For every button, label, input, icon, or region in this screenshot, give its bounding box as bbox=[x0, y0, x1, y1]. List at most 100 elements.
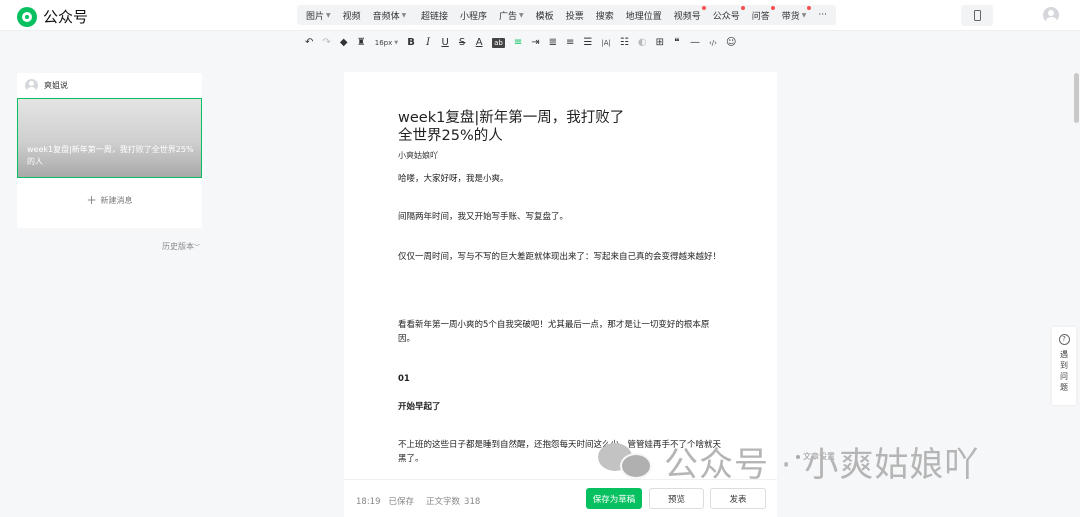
menu-tool-item-4[interactable]: 投票 bbox=[560, 9, 590, 22]
preview-button[interactable]: 预览 bbox=[649, 488, 704, 509]
bold-button[interactable]: B bbox=[407, 36, 415, 50]
menu-item-label: 投票 bbox=[565, 11, 584, 22]
menu-item-label: 问答 bbox=[751, 11, 770, 22]
page-scrollbar[interactable] bbox=[1074, 73, 1079, 123]
history-label: 历史版本 bbox=[162, 242, 194, 251]
menu-item-label: 音频体 bbox=[372, 11, 400, 22]
new-badge-dot bbox=[701, 5, 706, 10]
cover-title: week1复盘|新年第一周，我打败了全世界25%的人 bbox=[27, 145, 194, 166]
menu-item-label: 搜索 bbox=[595, 11, 614, 22]
menu-tool-item-0[interactable]: 超链接 bbox=[415, 9, 454, 22]
chevron-down-icon: ▼ bbox=[519, 11, 524, 19]
wechat-logo-icon bbox=[17, 6, 37, 27]
new-badge-dot bbox=[740, 5, 745, 10]
menu-item-label: 小程序 bbox=[460, 11, 488, 22]
help-float-button[interactable]: ? 遇到问题 bbox=[1052, 327, 1076, 405]
saved-label: 已保存 bbox=[388, 497, 415, 507]
line-height-icon[interactable]: ☰ bbox=[583, 36, 592, 50]
quote-icon[interactable]: ❝ bbox=[673, 36, 681, 50]
undo-icon[interactable]: ↶ bbox=[305, 36, 313, 50]
article-paragraph[interactable]: 哈喽，大家好呀，我是小爽。 bbox=[398, 172, 724, 186]
font-size-select[interactable]: 16px ▼ bbox=[375, 36, 398, 50]
underline-button[interactable]: U bbox=[441, 36, 449, 50]
chevron-down-icon: ▼ bbox=[801, 11, 807, 19]
save-draft-button[interactable]: 保存为草稿 bbox=[586, 488, 642, 509]
history-versions-link[interactable]: 历史版本﹀ bbox=[162, 241, 200, 252]
chevron-down-icon: ▼ bbox=[401, 11, 407, 19]
emoji-icon[interactable]: ☺ bbox=[726, 36, 736, 50]
article-paragraph[interactable]: 间隔两年时间，我又开始写手账、写复盘了。 bbox=[398, 210, 724, 224]
menu-item-label: 广告 bbox=[499, 11, 518, 22]
letter-spacing-icon[interactable]: |A| bbox=[601, 36, 611, 50]
code-icon[interactable]: ‹/› bbox=[709, 36, 717, 50]
menu-item-label: 模板 bbox=[535, 11, 554, 22]
format-brush-icon[interactable]: ♜ bbox=[357, 36, 366, 50]
menu-tool-item-6[interactable]: 地理位置 bbox=[620, 9, 668, 22]
word-count: 318 bbox=[464, 497, 481, 507]
background-color-button[interactable]: ab bbox=[492, 38, 505, 48]
chevron-down-icon: ▼ bbox=[394, 40, 399, 46]
menu-media-item-1[interactable]: 视频 bbox=[337, 9, 367, 22]
menu-tool-item-8[interactable]: 公众号 bbox=[707, 5, 746, 22]
divider-icon[interactable]: — bbox=[690, 36, 700, 50]
logo[interactable]: 公众号 bbox=[17, 6, 88, 27]
article-paragraph[interactable]: 看看新年第一周小爽的5个自我突破吧！尤其最后一点，那才是让一切变好的根本原因。 bbox=[398, 318, 724, 346]
font-color-button[interactable]: A bbox=[475, 36, 483, 50]
save-status: 18:19 已保存 正文字数 318 bbox=[356, 495, 488, 507]
strikethrough-button[interactable]: S bbox=[458, 36, 466, 50]
align-center-icon[interactable]: ≣ bbox=[549, 36, 557, 50]
word-count-label: 正文字数 bbox=[426, 497, 461, 507]
italic-button[interactable]: I bbox=[424, 36, 432, 50]
new-message-button[interactable]: + 新建消息 bbox=[17, 193, 202, 207]
insert-tools-menu: 超链接 小程序 广告 ▼ 模板 投票 搜索 地理位置 视频号 公众号 问答 带货 ▼ ··· bbox=[412, 5, 837, 25]
align-justify-icon[interactable]: ≡ bbox=[566, 36, 574, 50]
user-avatar[interactable] bbox=[1043, 7, 1059, 23]
table-icon[interactable]: ⊞ bbox=[656, 36, 664, 50]
author-input[interactable]: 小爽姑娘吖 bbox=[398, 150, 438, 161]
menu-item-label: 公众号 bbox=[712, 11, 740, 22]
account-header: 爽姐说 bbox=[17, 73, 202, 97]
menu-media-item-2[interactable]: 音频体 ▼ bbox=[367, 9, 413, 22]
menu-tool-item-7[interactable]: 视频号 bbox=[668, 5, 707, 22]
article-paragraph[interactable]: 仅仅一周时间，写与不写的巨大差距就体现出来了：写起来自己真的会变得越来越好！ bbox=[398, 250, 724, 264]
account-avatar bbox=[25, 78, 38, 92]
article-paragraph[interactable]: 开始早起了 bbox=[398, 400, 724, 414]
menu-tool-item-2[interactable]: 广告 ▼ bbox=[493, 9, 530, 22]
logo-text: 公众号 bbox=[43, 8, 89, 26]
menu-item-label: ··· bbox=[818, 10, 828, 20]
menu-tool-item-9[interactable]: 问答 bbox=[746, 5, 776, 22]
article-list-panel: 爽姐说 week1复盘|新年第一周，我打败了全世界25%的人 + 新建消息 bbox=[17, 73, 202, 228]
menu-item-label: 超链接 bbox=[421, 11, 449, 22]
indent-icon[interactable]: ⇥ bbox=[531, 36, 539, 50]
menu-tool-item-11[interactable]: ··· bbox=[812, 10, 833, 20]
account-name: 爽姐说 bbox=[44, 80, 68, 90]
list-icon[interactable]: ☷ bbox=[620, 36, 629, 50]
wechat-watermark-icon bbox=[598, 441, 654, 481]
article-cover-card[interactable]: week1复盘|新年第一周，我打败了全世界25%的人 bbox=[17, 98, 202, 178]
menu-tool-item-1[interactable]: 小程序 bbox=[454, 9, 493, 22]
redo-icon[interactable]: ↷ bbox=[322, 36, 330, 50]
clear-format-icon[interactable]: ◐ bbox=[638, 36, 647, 50]
menu-tool-item-10[interactable]: 带货 ▼ bbox=[776, 5, 813, 22]
eraser-icon[interactable]: ◆ bbox=[340, 36, 348, 50]
menu-item-label: 带货 bbox=[781, 11, 800, 22]
chevron-down-icon: ﹀ bbox=[194, 244, 201, 251]
chevron-down-icon: ▼ bbox=[326, 11, 331, 19]
menu-tool-item-3[interactable]: 模板 bbox=[530, 9, 560, 22]
article-title-input[interactable]: week1复盘|新年第一周，我打败了全世界25%的人 bbox=[398, 109, 638, 145]
menu-tool-item-5[interactable]: 搜索 bbox=[590, 9, 620, 22]
save-time: 18:19 bbox=[356, 497, 381, 507]
align-left-icon[interactable]: ≡ bbox=[514, 36, 522, 50]
mobile-preview-button[interactable] bbox=[961, 5, 993, 26]
menu-media-item-0[interactable]: 图片 ▼ bbox=[300, 9, 337, 22]
top-bar: 公众号 图片 ▼ 视频 音频体 ▼ 超链接 小程序 广告 ▼ 模板 投票 搜索 地理位置 视频号 公众号问… bbox=[0, 0, 1080, 31]
new-badge-dot bbox=[770, 5, 775, 10]
plus-icon: + bbox=[86, 193, 97, 207]
insert-media-menu: 图片 ▼ 视频 音频体 ▼ bbox=[297, 5, 416, 25]
article-paragraph[interactable]: 01 bbox=[398, 372, 724, 386]
question-icon: ? bbox=[1058, 334, 1070, 345]
new-message-label: 新建消息 bbox=[100, 195, 133, 205]
publish-button[interactable]: 发表 bbox=[710, 488, 766, 509]
editor-toolbar: ↶ ↷ ◆ ♜ 16px ▼ B I U S A ab ≡ ⇥ ≣ ≡ ☰ |A|… bbox=[305, 35, 736, 51]
font-size-value: 16px bbox=[374, 39, 393, 47]
